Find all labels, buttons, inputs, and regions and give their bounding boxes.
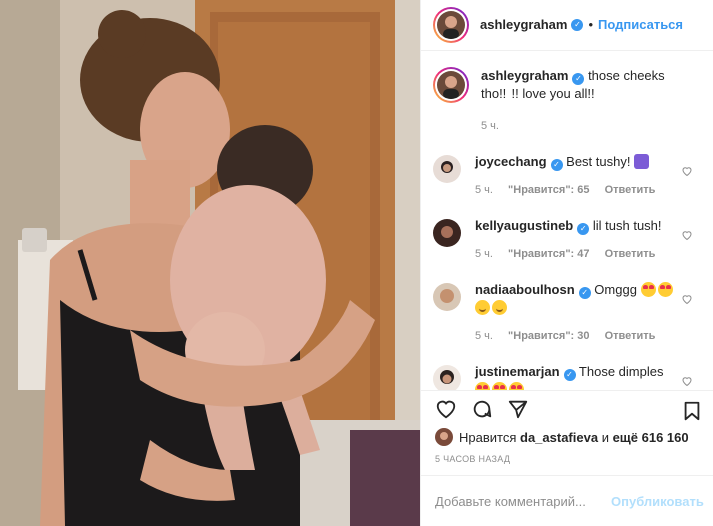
commenter-avatar[interactable] xyxy=(433,364,461,390)
liker-avatar[interactable] xyxy=(435,428,453,447)
raised-hands-emoji-icon xyxy=(634,153,650,169)
comment-composer: Опубликовать xyxy=(421,475,713,526)
post-side-panel: ashleygraham ✓ • Подписаться ashleygraha… xyxy=(420,0,713,526)
bookmark-icon[interactable] xyxy=(681,400,703,422)
share-icon[interactable] xyxy=(507,398,529,420)
comment-icon[interactable] xyxy=(471,398,493,420)
comments-list[interactable]: ashleygraham ✓ those cheeks tho!! !! love… xyxy=(421,51,713,390)
comment-like-heart-icon[interactable] xyxy=(681,375,693,387)
comment-item: kellyaugustineb ✓ lil tush tush! 5 ч. "Нр… xyxy=(433,217,701,263)
comment-text: Best tushy! xyxy=(566,153,631,169)
comment-time[interactable]: 5 ч. xyxy=(475,330,493,342)
commenter-avatar[interactable] xyxy=(433,282,461,311)
comment-item: joycechang ✓ Best tushy! 5 ч. "Нравится":… xyxy=(433,153,701,199)
likes-summary: Нравится da_astafieva и ещё 616 160 xyxy=(421,427,713,448)
heart-eyes-emoji-icon xyxy=(509,381,524,390)
comment-item: nadiaaboulhosn ✓ Omggg 5 ч. "Нравится": 3… xyxy=(433,281,701,345)
comment-likes[interactable]: "Нравится": 47 xyxy=(508,248,589,260)
comment-text: Omggg xyxy=(594,281,637,297)
heart-eyes-emoji-icon xyxy=(640,281,656,297)
commenter-username[interactable]: joycechang xyxy=(475,154,547,169)
likes-prefix: Нравится xyxy=(459,429,517,445)
heart-icon[interactable] xyxy=(435,398,457,420)
verified-badge-icon: ✓ xyxy=(577,222,590,235)
heart-eyes-emoji-icon xyxy=(475,381,490,390)
reply-button[interactable]: Ответить xyxy=(605,330,656,342)
heart-eyes-emoji-icon xyxy=(492,381,507,390)
verified-badge-icon: ✓ xyxy=(550,158,563,171)
post-photo[interactable] xyxy=(0,0,420,526)
liker-username[interactable]: da_astafieva xyxy=(520,430,598,445)
post-header: ashleygraham ✓ • Подписаться xyxy=(421,0,713,51)
comment-text: lil tush tush! xyxy=(592,217,662,233)
action-bar xyxy=(421,389,713,427)
post-caption: ashleygraham ✓ those cheeks tho!! !! love… xyxy=(433,66,701,135)
heart-eyes-emoji-icon xyxy=(657,281,673,297)
comment-likes[interactable]: "Нравится": 30 xyxy=(508,330,589,342)
likes-middle: и xyxy=(601,429,609,445)
likes-count[interactable]: ещё 616 160 xyxy=(613,430,689,445)
comment-item: justinemarjan ✓ Those dimples xyxy=(433,363,701,390)
commenter-username[interactable]: nadiaaboulhosn xyxy=(475,282,575,297)
caption-time[interactable]: 5 ч. xyxy=(481,120,499,132)
verified-badge-icon: ✓ xyxy=(571,18,584,31)
photo-illustration xyxy=(0,0,420,526)
comment-input[interactable] xyxy=(435,493,611,509)
follow-button[interactable]: Подписаться xyxy=(598,17,683,32)
comment-likes[interactable]: "Нравится": 65 xyxy=(508,184,589,196)
post-timestamp[interactable]: 5 ЧАСОВ НАЗАД xyxy=(421,448,713,475)
verified-badge-icon: ✓ xyxy=(563,368,576,381)
verified-badge-icon: ✓ xyxy=(578,286,591,299)
commenter-username[interactable]: kellyaugustineb xyxy=(475,218,573,233)
author-avatar[interactable] xyxy=(433,6,469,43)
reply-button[interactable]: Ответить xyxy=(605,184,656,196)
smile-emoji-icon xyxy=(475,299,490,315)
commenter-avatar[interactable] xyxy=(433,218,461,247)
comment-time[interactable]: 5 ч. xyxy=(475,184,493,196)
comment-like-heart-icon[interactable] xyxy=(681,229,693,241)
comment-text: Those dimples xyxy=(578,363,664,379)
caption-username[interactable]: ashleygraham xyxy=(481,68,568,83)
caption-author-avatar[interactable] xyxy=(433,66,469,103)
commenter-avatar[interactable] xyxy=(433,154,461,183)
reply-button[interactable]: Ответить xyxy=(605,248,656,260)
instagram-post-modal: ashleygraham ✓ • Подписаться ashleygraha… xyxy=(0,0,713,526)
comment-time[interactable]: 5 ч. xyxy=(475,248,493,260)
author-username[interactable]: ashleygraham xyxy=(480,17,567,32)
comment-like-heart-icon[interactable] xyxy=(681,293,693,305)
separator-dot: • xyxy=(588,17,593,33)
verified-badge-icon: ✓ xyxy=(572,72,585,85)
commenter-username[interactable]: justinemarjan xyxy=(475,364,560,379)
comment-like-heart-icon[interactable] xyxy=(681,165,693,177)
publish-button[interactable]: Опубликовать xyxy=(611,494,704,509)
smile-emoji-icon xyxy=(492,299,507,315)
